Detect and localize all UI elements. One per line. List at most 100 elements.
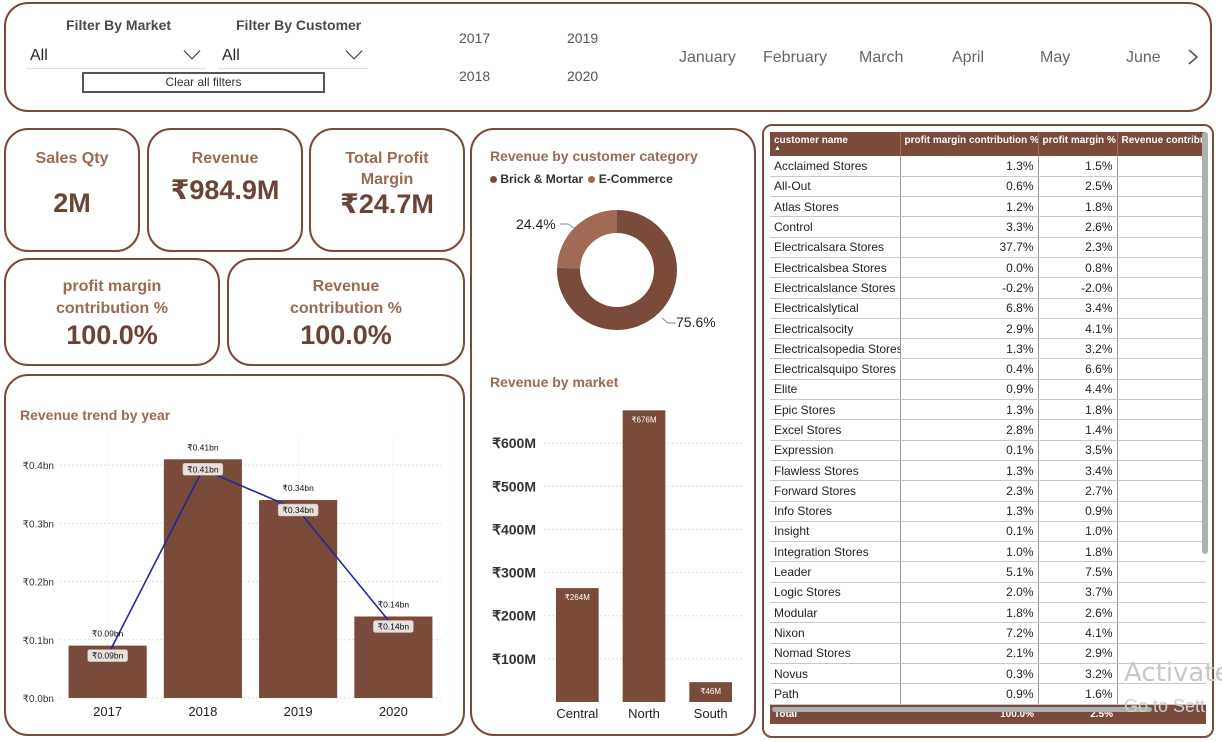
customer-category-donut: 75.6% 24.4% — [516, 210, 716, 330]
y-tick-label: ₹100M — [492, 651, 536, 667]
value-cell: 4 — [1117, 237, 1206, 258]
table-row[interactable]: Flawless Stores 1.3% 3.4% — [770, 460, 1206, 482]
value-cell — [1117, 196, 1206, 218]
table-viewport: customer name ▲ profit margin contributio… — [770, 132, 1206, 727]
value-cell: 0.1% — [900, 521, 1039, 543]
table-row[interactable]: Modular 1.8% 2.6% — [770, 602, 1206, 624]
customer-name-cell: All-Out — [770, 176, 901, 198]
kpi-title-line2: Margin — [360, 171, 414, 188]
x-tick-label: South — [694, 706, 728, 721]
customer-name-cell: Electricalslytical — [770, 298, 901, 319]
horizontal-scrollbar[interactable] — [772, 707, 1152, 712]
value-cell: -0.2% — [900, 277, 1039, 299]
customer-dropdown[interactable]: All — [218, 41, 368, 69]
value-cell: 7.5% — [1038, 561, 1118, 583]
year-2019[interactable]: 2019 — [567, 30, 598, 46]
vertical-scrollbar[interactable] — [1202, 132, 1208, 554]
value-cell — [1117, 318, 1206, 340]
table-row[interactable]: Electricalsopedia Stores 1.3% 3.2% — [770, 338, 1206, 360]
table-row[interactable]: Elite 0.9% 4.4% — [770, 379, 1206, 401]
month-april[interactable]: April — [952, 49, 984, 67]
line-data-label: ₹0.34bn — [282, 483, 314, 493]
value-cell — [1117, 501, 1206, 522]
table-row[interactable]: Logic Stores 2.0% 3.7% — [770, 582, 1206, 604]
table-row[interactable]: Electricalsbea Stores 0.0% 0.8% — [770, 257, 1206, 279]
value-cell — [1117, 602, 1206, 624]
value-cell: 0.8% — [1038, 257, 1118, 279]
column-header-customer-name[interactable]: customer name ▲ — [770, 132, 901, 156]
table-row[interactable]: Excel Stores 2.8% 1.4% — [770, 419, 1206, 441]
bar-data-label: ₹264M — [565, 593, 590, 602]
year-2017[interactable]: 2017 — [459, 30, 490, 46]
value-cell: 3.3% — [900, 216, 1039, 238]
month-march[interactable]: March — [859, 49, 903, 67]
market-dropdown[interactable]: All — [26, 41, 206, 69]
year-2020[interactable]: 2020 — [567, 68, 598, 84]
table-row[interactable]: Integration Stores 1.0% 1.8% — [770, 541, 1206, 563]
bar-data-label: ₹0.41bn — [187, 464, 219, 474]
value-cell — [1117, 298, 1206, 319]
leader-line — [560, 223, 575, 229]
customer-name-cell: Control — [770, 216, 901, 238]
column-header-revenue-contribution[interactable]: Revenue contribut — [1117, 132, 1206, 156]
trend-line — [106, 468, 394, 656]
value-cell: 0.9% — [900, 683, 1039, 705]
bar-data-label: ₹0.14bn — [378, 621, 410, 631]
table-row[interactable]: Electricalsocity 2.9% 4.1% — [770, 318, 1206, 340]
table-row[interactable]: Acclaimed Stores 1.3% 1.5% — [770, 156, 1206, 177]
month-january[interactable]: January — [679, 49, 736, 67]
value-cell: 1.8% — [1038, 196, 1118, 218]
bar-data-label: ₹46M — [700, 687, 721, 696]
table-row[interactable]: Forward Stores 2.3% 2.7% — [770, 480, 1206, 502]
table-row[interactable]: Electricalslance Stores -0.2% -2.0% — [770, 277, 1206, 299]
value-cell — [1117, 176, 1206, 198]
value-cell: 4.1% — [1038, 318, 1118, 340]
table-row[interactable]: Leader 5.1% 7.5% — [770, 561, 1206, 583]
kpi-profit-margin-contribution: profit margin contribution % 100.0% — [4, 258, 220, 366]
value-cell: 2.9% — [1038, 643, 1118, 664]
clear-filters-button[interactable]: Clear all filters — [82, 72, 325, 93]
value-cell — [1117, 582, 1206, 604]
x-tick-label: 2017 — [93, 704, 122, 719]
value-cell: 3.2% — [1038, 338, 1118, 360]
value-cell: 1.8% — [1038, 399, 1118, 421]
chevron-right-icon[interactable] — [1186, 47, 1200, 67]
year-2018[interactable]: 2018 — [459, 68, 490, 84]
y-tick-label: ₹0.3bn — [23, 519, 54, 530]
chart-title: Revenue trend by year — [20, 407, 171, 423]
table-row[interactable]: Control 3.3% 2.6% — [770, 216, 1206, 238]
table-row[interactable]: Epic Stores 1.3% 1.8% — [770, 399, 1206, 421]
chevron-down-icon — [345, 42, 363, 60]
customer-name-cell: Electricalsara Stores — [770, 237, 901, 258]
table-row[interactable]: Electricalsquipo Stores 0.4% 6.6% — [770, 358, 1206, 380]
x-tick-label: 2019 — [284, 704, 313, 719]
table-row[interactable]: All-Out 0.6% 2.5% — [770, 176, 1206, 198]
value-cell — [1117, 419, 1206, 441]
kpi-title: Revenue — [191, 150, 259, 167]
table-row[interactable]: Electricalsara Stores37.7%2.3%4 — [770, 237, 1206, 258]
customer-name-cell: Electricalslance Stores — [770, 277, 901, 299]
table-header-row: customer name ▲ profit margin contributio… — [770, 132, 1206, 156]
bar — [259, 500, 338, 698]
value-cell — [1117, 216, 1206, 238]
month-may[interactable]: May — [1040, 49, 1070, 67]
table-row[interactable]: Expression 0.1% 3.5% — [770, 440, 1206, 461]
value-cell: 3.5% — [1038, 440, 1118, 461]
value-cell: 5.1% — [900, 561, 1039, 583]
month-february[interactable]: February — [763, 49, 827, 67]
value-cell — [1117, 541, 1206, 563]
column-header-profit-margin[interactable]: profit margin % — [1038, 132, 1118, 156]
column-header-profit-margin-contribution[interactable]: profit margin contribution % — [900, 132, 1039, 156]
table-row[interactable]: Nixon 7.2% 4.1% — [770, 622, 1206, 644]
x-tick-label: 2020 — [379, 704, 408, 719]
market-filter-label: Filter By Market — [66, 17, 172, 33]
value-cell: 7.2% — [900, 622, 1039, 644]
month-june[interactable]: June — [1126, 49, 1161, 67]
value-cell: 1.3% — [900, 156, 1039, 177]
value-cell — [1117, 399, 1206, 421]
table-row[interactable]: Electricalslytical 6.8% 3.4% — [770, 298, 1206, 319]
value-cell: -2.0% — [1038, 277, 1118, 299]
table-row[interactable]: Atlas Stores 1.2% 1.8% — [770, 196, 1206, 218]
table-row[interactable]: Info Stores 1.3% 0.9% — [770, 501, 1206, 522]
table-row[interactable]: Insight 0.1% 1.0% — [770, 521, 1206, 543]
